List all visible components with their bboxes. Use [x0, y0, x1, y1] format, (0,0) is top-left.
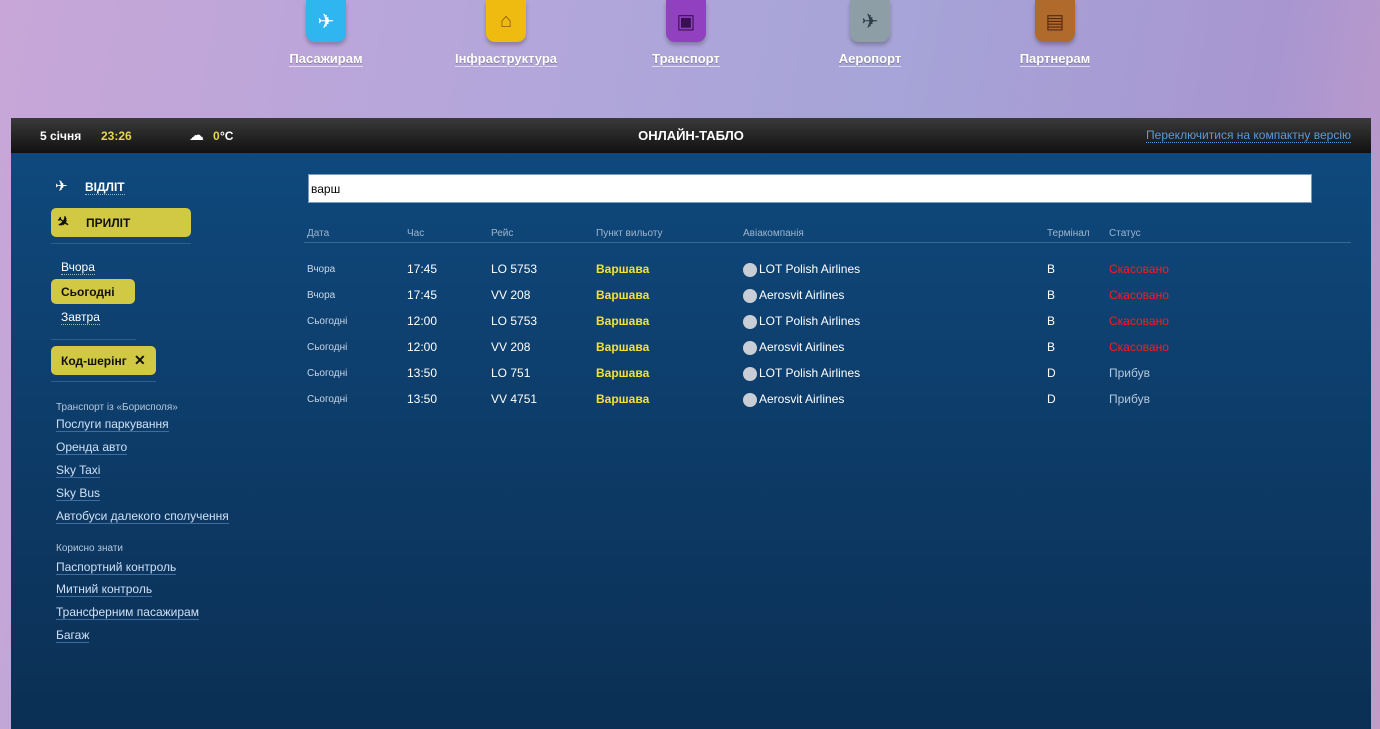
- cell-terminal: D: [1047, 366, 1056, 380]
- cell-status: Прибув: [1109, 366, 1150, 380]
- link-car-rental[interactable]: Оренда авто: [56, 440, 127, 455]
- airplane-icon: ✈: [306, 0, 346, 42]
- nav-label[interactable]: Партнерам: [1020, 51, 1091, 67]
- nav-label[interactable]: Пасажирам: [289, 51, 362, 67]
- cell-airline: Aerosvit Airlines: [759, 340, 844, 354]
- divider: [51, 243, 191, 244]
- column-header-flight: Рейс: [491, 228, 513, 239]
- table-row[interactable]: Вчора 17:45 LO 5753 Варшава LOT Polish Airli…: [11, 262, 1371, 288]
- cell-date: Вчора: [307, 264, 335, 275]
- cell-airline: LOT Polish Airlines: [759, 262, 860, 276]
- cell-time: 13:50: [407, 366, 437, 380]
- table-row[interactable]: Сьогодні 13:50 LO 751 Варшава LOT Polish Air…: [11, 366, 1371, 392]
- nav-infrastructure[interactable]: ⌂ Інфраструктура: [436, 0, 576, 68]
- nav-label[interactable]: Інфраструктура: [455, 51, 557, 67]
- cell-origin: Варшава: [596, 314, 649, 328]
- link-parking[interactable]: Послуги паркування: [56, 417, 169, 432]
- column-header-origin: Пункт вильоту: [596, 228, 663, 239]
- link-sky-taxi[interactable]: Sky Taxi: [56, 463, 100, 478]
- cell-date: Сьогодні: [307, 368, 347, 379]
- top-navigation: ✈ Пасажирам ⌂ Інфраструктура ▣ Транспорт ✈ А…: [0, 0, 1380, 118]
- nav-airport[interactable]: ✈ Аеропорт: [800, 0, 940, 68]
- cell-flight: LO 751: [491, 366, 530, 380]
- link-baggage[interactable]: Багаж: [56, 628, 89, 643]
- cell-origin: Варшава: [596, 262, 649, 276]
- search-input[interactable]: [308, 174, 1312, 203]
- online-board-panel: 5 січня 23:26 ☁ 0 °C ОНЛАЙН-ТАБЛО Перекл…: [11, 118, 1371, 729]
- arrival-label: ПРИЛІТ: [86, 216, 130, 230]
- cell-time: 12:00: [407, 340, 437, 354]
- link-sky-bus[interactable]: Sky Bus: [56, 486, 100, 501]
- airline-logo-icon: [743, 393, 757, 407]
- link-transfer-passengers[interactable]: Трансферним пасажирам: [56, 605, 199, 620]
- airline-logo-icon: [743, 289, 757, 303]
- column-header-status: Статус: [1109, 228, 1141, 239]
- column-header-time: Час: [407, 228, 424, 239]
- cell-terminal: B: [1047, 314, 1055, 328]
- cell-flight: VV 4751: [491, 392, 537, 406]
- cell-date: Сьогодні: [307, 316, 347, 327]
- cell-flight: LO 5753: [491, 262, 537, 276]
- link-long-distance-buses[interactable]: Автобуси далекого сполучення: [56, 509, 229, 524]
- departure-tab[interactable]: ВІДЛІТ: [85, 180, 125, 195]
- cell-flight: LO 5753: [491, 314, 537, 328]
- runway-icon: ✈: [850, 0, 890, 42]
- nav-partners[interactable]: ▤ Партнерам: [985, 0, 1125, 68]
- service-bell-icon: ⌂: [486, 0, 526, 42]
- airline-logo-icon: [743, 341, 757, 355]
- link-customs-control[interactable]: Митний контроль: [56, 582, 152, 597]
- cell-status: Прибув: [1109, 392, 1150, 406]
- cell-date: Сьогодні: [307, 394, 347, 405]
- cell-airline: Aerosvit Airlines: [759, 288, 844, 302]
- cell-flight: VV 208: [491, 288, 530, 302]
- column-header-airline: Авіакомпанія: [743, 228, 804, 239]
- cell-time: 12:00: [407, 314, 437, 328]
- cell-origin: Варшава: [596, 340, 649, 354]
- compact-version-link[interactable]: Переключитися на компактну версію: [1146, 128, 1351, 143]
- cell-origin: Варшава: [596, 366, 649, 380]
- table-row[interactable]: Сьогодні 12:00 LO 5753 Варшава LOT Polish Ai…: [11, 314, 1371, 340]
- cell-status: Скасовано: [1109, 340, 1169, 354]
- cell-terminal: D: [1047, 392, 1056, 406]
- cell-airline: Aerosvit Airlines: [759, 392, 844, 406]
- arrival-tab[interactable]: ✈ ПРИЛІТ: [51, 208, 191, 237]
- cell-time: 17:45: [407, 262, 437, 276]
- link-passport-control[interactable]: Паспортний контроль: [56, 560, 176, 575]
- header-bar: 5 січня 23:26 ☁ 0 °C ОНЛАЙН-ТАБЛО Перекл…: [11, 118, 1371, 153]
- airline-logo-icon: [743, 263, 757, 277]
- cell-status: Скасовано: [1109, 262, 1169, 276]
- info-section-title: Корисно знати: [56, 543, 123, 554]
- cell-airline: LOT Polish Airlines: [759, 314, 860, 328]
- car-icon: ▣: [666, 0, 706, 42]
- cell-terminal: B: [1047, 262, 1055, 276]
- airline-logo-icon: [743, 315, 757, 329]
- arrival-plane-icon: ✈: [53, 211, 74, 233]
- cell-flight: VV 208: [491, 340, 530, 354]
- nav-label[interactable]: Транспорт: [652, 51, 720, 67]
- airline-logo-icon: [743, 367, 757, 381]
- table-row[interactable]: Сьогодні 12:00 VV 208 Варшава Aerosvit Airli…: [11, 340, 1371, 366]
- cell-time: 13:50: [407, 392, 437, 406]
- cell-airline: LOT Polish Airlines: [759, 366, 860, 380]
- cell-status: Скасовано: [1109, 288, 1169, 302]
- briefcase-icon: ▤: [1035, 0, 1075, 42]
- table-row[interactable]: Сьогодні 13:50 VV 4751 Варшава Aerosvit Airl…: [11, 392, 1371, 418]
- cell-time: 17:45: [407, 288, 437, 302]
- cell-date: Вчора: [307, 290, 335, 301]
- column-header-terminal: Термінал: [1047, 228, 1090, 239]
- departure-plane-icon: ✈: [55, 177, 68, 195]
- nav-passengers[interactable]: ✈ Пасажирам: [256, 0, 396, 68]
- cell-origin: Варшава: [596, 392, 649, 406]
- table-header-divider: [304, 242, 1351, 243]
- nav-label[interactable]: Аеропорт: [839, 51, 901, 67]
- cell-origin: Варшава: [596, 288, 649, 302]
- cell-date: Сьогодні: [307, 342, 347, 353]
- nav-transport[interactable]: ▣ Транспорт: [616, 0, 756, 68]
- cell-terminal: B: [1047, 340, 1055, 354]
- cell-terminal: B: [1047, 288, 1055, 302]
- cell-status: Скасовано: [1109, 314, 1169, 328]
- column-header-date: Дата: [307, 228, 329, 239]
- table-row[interactable]: Вчора 17:45 VV 208 Варшава Aerosvit Airlines…: [11, 288, 1371, 314]
